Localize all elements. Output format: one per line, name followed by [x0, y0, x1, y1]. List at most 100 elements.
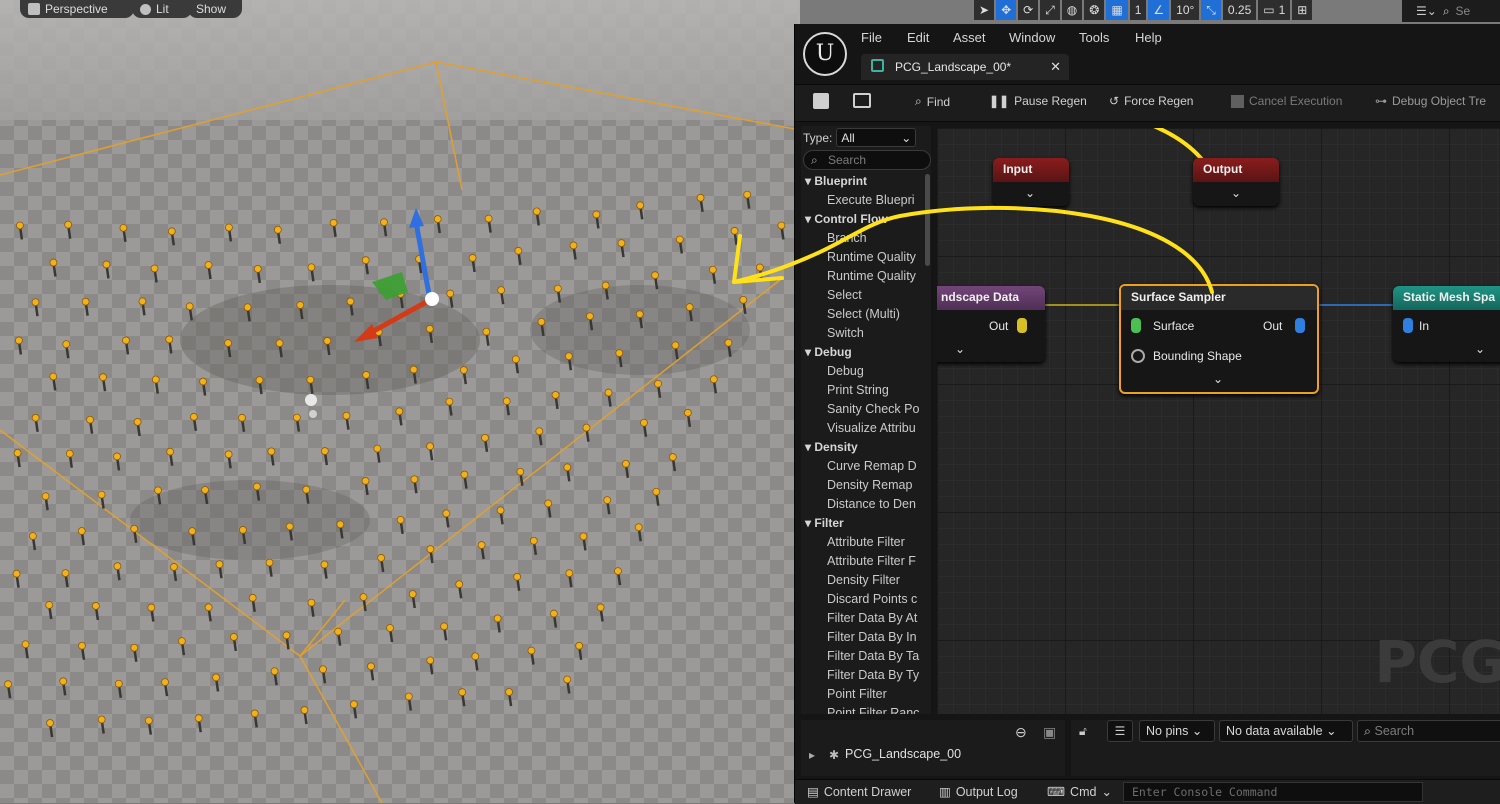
chevron-down-icon[interactable]: ⌄ — [1213, 372, 1223, 386]
tree-item-pcg-landscape[interactable]: PCG_Landscape_00 — [845, 747, 961, 761]
output-log-button[interactable]: ▥ Output Log — [933, 780, 1024, 804]
filter-icon[interactable]: ☰⌄ — [1416, 4, 1437, 18]
palette-item[interactable]: Filter Data By Ta — [801, 647, 925, 666]
palette-category[interactable]: ▾ Control Flow — [801, 210, 925, 229]
palette-item[interactable]: Filter Data By Ty — [801, 666, 925, 685]
menu-help[interactable]: Help — [1135, 30, 1162, 45]
menu-edit[interactable]: Edit — [907, 30, 929, 45]
lock-icon[interactable]: 🔓︎ — [1079, 724, 1087, 739]
cancel-execution-button[interactable]: Cancel Execution — [1231, 94, 1342, 108]
rotation-snap-value[interactable]: 10° — [1171, 0, 1200, 20]
palette-item[interactable]: Select (Multi) — [801, 305, 925, 324]
back-icon[interactable]: ⊖ — [1015, 724, 1027, 741]
unreal-logo-icon[interactable]: U — [803, 32, 847, 76]
force-regen-button[interactable]: ↺ Force Regen — [1109, 94, 1193, 108]
menu-file[interactable]: File — [861, 30, 882, 45]
attribute-search-input[interactable]: ⌕ Search — [1357, 720, 1500, 742]
palette-item[interactable]: Select — [801, 286, 925, 305]
browse-asset-icon[interactable] — [853, 93, 871, 108]
palette-item[interactable]: Filter Data By In — [801, 628, 925, 647]
palette-item[interactable]: Attribute Filter — [801, 533, 925, 552]
palette-item[interactable]: Density Remap — [801, 476, 925, 495]
rotation-snap-button[interactable]: ∠ — [1148, 0, 1170, 20]
static-mesh-spawner-node[interactable]: Static Mesh Spa In ⌄ — [1393, 286, 1500, 362]
layout-icon[interactable]: ⊞ — [1292, 0, 1313, 20]
search-icon[interactable]: ⌕ — [1443, 4, 1450, 19]
level-viewport[interactable]: Perspective Lit Show — [0, 0, 800, 803]
palette-item[interactable]: Point Filter Ranc — [801, 704, 925, 714]
out-pin-icon[interactable] — [1295, 318, 1305, 333]
show-button[interactable]: Show — [188, 0, 242, 18]
expand-arrow-icon[interactable]: ▸ — [809, 748, 815, 762]
console-command-input[interactable]: Enter Console Command — [1123, 782, 1423, 802]
out-pin-icon[interactable] — [1017, 318, 1027, 333]
data-dropdown[interactable]: No data available ⌄ — [1219, 720, 1353, 742]
palette-category[interactable]: ▾ Density — [801, 438, 925, 457]
palette-item[interactable]: Branch — [801, 229, 925, 248]
grid-snap-value[interactable]: 1 — [1129, 0, 1147, 20]
lit-button[interactable]: Lit — [132, 0, 192, 18]
tab-pcg-landscape[interactable]: PCG_Landscape_00* ✕ — [861, 54, 1069, 80]
perspective-button[interactable]: Perspective — [20, 0, 134, 18]
search-placeholder[interactable]: Se — [1456, 4, 1471, 18]
actor-icon[interactable] — [305, 394, 317, 406]
palette-scrollbar[interactable] — [925, 174, 930, 266]
gizmo-center[interactable] — [425, 292, 439, 306]
landscape-data-node[interactable]: ndscape Data Out ⌄ — [937, 286, 1045, 362]
scale-icon[interactable]: ⤢ — [1040, 0, 1060, 20]
collapse-arrow-icon[interactable]: ▾ — [805, 345, 814, 359]
palette-category[interactable]: ▾ Filter — [801, 514, 925, 533]
pins-dropdown[interactable]: No pins ⌄ — [1139, 720, 1215, 742]
palette-item[interactable]: Print String — [801, 381, 925, 400]
palette-item[interactable]: Filter Data By At — [801, 609, 925, 628]
palette-item[interactable]: Curve Remap D — [801, 457, 925, 476]
palette-item[interactable]: Switch — [801, 324, 925, 343]
folder-icon[interactable]: ▣ — [1043, 724, 1056, 741]
chevron-down-icon[interactable]: ⌄ — [1475, 342, 1485, 356]
palette-search-input[interactable]: ⌕ Search — [803, 150, 931, 170]
collapse-arrow-icon[interactable]: ▾ — [805, 212, 814, 226]
scale-snap-value[interactable]: 0.25 — [1222, 0, 1257, 20]
collapse-arrow-icon[interactable]: ▾ — [805, 440, 814, 454]
find-button[interactable]: ⌕ Find — [915, 94, 950, 109]
menu-tools[interactable]: Tools — [1079, 30, 1109, 45]
gizmo-z-arrow[interactable] — [409, 208, 424, 228]
palette-item[interactable]: Attribute Filter F — [801, 552, 925, 571]
filter-icon[interactable]: ☰ — [1107, 720, 1133, 742]
palette-item[interactable]: Debug — [801, 362, 925, 381]
grid-snap-button[interactable]: ▦ — [1106, 0, 1128, 20]
close-tab-icon[interactable]: ✕ — [1050, 59, 1061, 75]
surface-sampler-node[interactable]: Surface Sampler Surface Out Bounding Sha… — [1119, 284, 1319, 394]
palette-category[interactable]: ▾ Blueprint — [801, 172, 925, 191]
surface-snap-icon[interactable]: ❂ — [1084, 0, 1105, 20]
collapse-arrow-icon[interactable]: ▾ — [805, 174, 814, 188]
collapse-arrow-icon[interactable]: ▾ — [805, 516, 814, 530]
save-icon[interactable] — [813, 93, 829, 109]
type-dropdown[interactable]: All ⌄ — [836, 128, 917, 147]
palette-item[interactable]: Discard Points c — [801, 590, 925, 609]
input-node[interactable]: Input ⌄ — [993, 158, 1069, 206]
palette-item[interactable]: Density Filter — [801, 571, 925, 590]
palette-item[interactable]: Runtime Quality — [801, 248, 925, 267]
palette-item[interactable]: Execute Bluepri — [801, 191, 925, 210]
menu-window[interactable]: Window — [1009, 30, 1055, 45]
camera-speed-button[interactable]: ▭ 1 — [1258, 0, 1291, 20]
translate-icon[interactable]: ✥ — [996, 0, 1017, 20]
chevron-down-icon[interactable]: ⌄ — [1025, 186, 1035, 200]
content-drawer-button[interactable]: ▤ Content Drawer — [801, 780, 917, 804]
menu-asset[interactable]: Asset — [953, 30, 986, 45]
in-pin-icon[interactable] — [1403, 318, 1413, 333]
chevron-down-icon[interactable]: ⌄ — [955, 342, 965, 356]
palette-category[interactable]: ▾ Debug — [801, 343, 925, 362]
world-local-icon[interactable]: ◍ — [1061, 0, 1083, 20]
debug-object-tree-button[interactable]: ⊶ Debug Object Tre — [1375, 94, 1486, 108]
output-node[interactable]: Output ⌄ — [1193, 158, 1279, 206]
pause-regen-button[interactable]: ❚❚ Pause Regen — [989, 94, 1087, 108]
palette-item[interactable]: Runtime Quality — [801, 267, 925, 286]
scale-snap-button[interactable]: ⤡ — [1201, 0, 1221, 20]
palette-item[interactable]: Point Filter — [801, 685, 925, 704]
select-mode-icon[interactable]: ➤ — [974, 0, 995, 20]
cmd-dropdown[interactable]: ⌨ Cmd ⌄ — [1041, 780, 1118, 804]
palette-item[interactable]: Distance to Den — [801, 495, 925, 514]
rotate-icon[interactable]: ⟳ — [1018, 0, 1039, 20]
